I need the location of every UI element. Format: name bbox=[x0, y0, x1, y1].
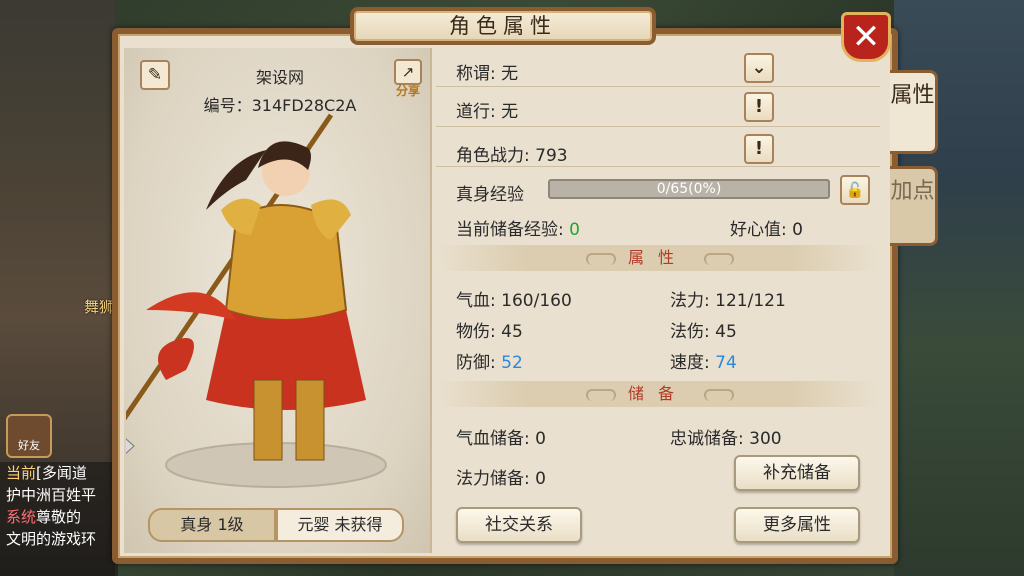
tab-true-body[interactable]: 真身 1级 bbox=[148, 508, 276, 542]
chat-line: 系统尊敬的 bbox=[6, 508, 82, 526]
kindness-row: 好心值: 0 bbox=[730, 220, 803, 240]
refill-reserve-button[interactable]: 补充储备 bbox=[734, 455, 860, 491]
share-button[interactable]: ↗ 分享 bbox=[392, 59, 424, 99]
mp-row: 法力: 121/121 bbox=[670, 291, 786, 311]
tab-add-points[interactable]: 加点 bbox=[890, 166, 938, 246]
more-attributes-button[interactable]: 更多属性 bbox=[734, 507, 860, 543]
dao-row: 道行: 无 bbox=[456, 102, 519, 122]
speed-row: 速度: 74 bbox=[670, 353, 737, 373]
close-button[interactable]: ✕ bbox=[841, 12, 891, 62]
reserve-section-header: 储备 bbox=[436, 381, 880, 407]
edit-name-button[interactable]: ✎ bbox=[140, 60, 170, 90]
hp-reserve-row: 气血储备: 0 bbox=[456, 429, 546, 449]
tab-attributes[interactable]: 属性 bbox=[890, 70, 938, 154]
panel-title: 角色属性 bbox=[350, 7, 656, 45]
divider bbox=[436, 166, 880, 167]
phys-dmg-row: 物伤: 45 bbox=[456, 322, 523, 342]
hp-row: 气血: 160/160 bbox=[456, 291, 572, 311]
character-portrait bbox=[126, 113, 387, 488]
exp-label: 真身经验 bbox=[456, 185, 524, 205]
exclamation-icon: ! bbox=[754, 138, 764, 159]
defense-row: 防御: 52 bbox=[456, 353, 523, 373]
cloud-ornament-icon bbox=[586, 253, 616, 265]
chat-line: 当前[多闻道 bbox=[6, 464, 87, 482]
npc-name-label: 舞狮 bbox=[84, 298, 115, 316]
chat-line: 文明的游戏环 bbox=[6, 530, 97, 548]
tab-nascent-soul[interactable]: 元婴 未获得 bbox=[276, 508, 404, 542]
lock-icon: 🔓 bbox=[845, 181, 865, 199]
power-row: 角色战力: 793 bbox=[456, 146, 568, 166]
chat-line: 护中洲百姓平 bbox=[6, 486, 97, 504]
mp-reserve-row: 法力储备: 0 bbox=[456, 469, 546, 489]
exp-progress-bar: 0/65(0%) bbox=[548, 179, 830, 199]
divider bbox=[436, 126, 880, 127]
exp-progress-text: 0/65(0%) bbox=[656, 181, 722, 197]
loyalty-reserve-row: 忠诚储备: 300 bbox=[670, 429, 782, 449]
stored-exp-row: 当前储备经验: 0 bbox=[456, 220, 580, 240]
mag-dmg-row: 法伤: 45 bbox=[670, 322, 737, 342]
close-icon: ✕ bbox=[851, 17, 881, 57]
unlock-button[interactable]: 🔓 bbox=[840, 175, 870, 205]
social-relations-button[interactable]: 社交关系 bbox=[456, 507, 582, 543]
dao-info-button[interactable]: ! bbox=[744, 92, 774, 122]
cloud-ornament-icon bbox=[704, 253, 734, 265]
friend-button[interactable]: 好友 bbox=[6, 414, 52, 458]
title-row: 称谓: 无 bbox=[456, 64, 519, 84]
divider bbox=[436, 86, 880, 87]
pencil-icon: ✎ bbox=[147, 65, 163, 85]
cloud-ornament-icon bbox=[704, 389, 734, 401]
cloud-ornament-icon bbox=[586, 389, 616, 401]
character-name: 架设网 bbox=[255, 68, 304, 87]
power-info-button[interactable]: ! bbox=[744, 134, 774, 164]
form-tabs: 真身 1级 元婴 未获得 bbox=[148, 508, 404, 542]
attributes-section-header: 属性 bbox=[436, 245, 880, 271]
exclamation-icon: ! bbox=[754, 96, 764, 117]
chevron-down-icon: ⌄ bbox=[751, 57, 767, 78]
title-dropdown-button[interactable]: ⌄ bbox=[744, 53, 774, 83]
chat-box[interactable]: 当前[多闻道 护中洲百姓平 系统尊敬的 文明的游戏环 bbox=[0, 462, 118, 576]
